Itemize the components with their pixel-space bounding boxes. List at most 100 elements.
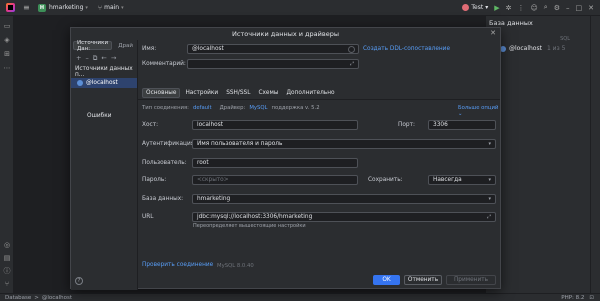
password-field[interactable]: <скрыто> <box>192 175 358 185</box>
more-options-link[interactable]: Больше опций ⌄ <box>458 105 500 117</box>
more-icon[interactable]: ⋮ <box>517 4 524 12</box>
breadcrumb-item[interactable]: @localhost <box>42 295 72 301</box>
chevron-down-icon: ▾ <box>485 4 489 11</box>
branch-name[interactable]: main <box>104 4 119 11</box>
host-label: Хост: <box>142 122 159 128</box>
port-field[interactable]: 3306 <box>428 120 496 130</box>
cancel-button[interactable]: Отменить <box>404 275 442 285</box>
breadcrumb-separator: > <box>34 294 39 301</box>
duplicate-icon[interactable]: ⧉ <box>93 54 98 63</box>
debug-icon[interactable]: ✲ <box>506 4 512 12</box>
chevron-down-icon: ▾ <box>488 141 491 147</box>
add-icon[interactable]: + <box>76 54 81 63</box>
right-tool-strip <box>590 16 600 293</box>
create-ddl-mapping-link[interactable]: Создать DDL-сопоставление <box>363 46 450 52</box>
host-field[interactable]: localhost <box>192 120 358 130</box>
url-label: URL <box>142 214 154 220</box>
user-icon[interactable]: ☺ <box>530 4 537 12</box>
data-sources-dialog: Источники данных и драйверы ✕ Источники … <box>70 27 501 290</box>
url-value: jdbc:mysql://localhost:3306/hmarketing <box>197 214 313 220</box>
run-config-name: Test <box>471 4 484 11</box>
comment-field[interactable]: ⤢ <box>187 59 359 69</box>
auth-label: Аутентификация: <box>142 141 197 147</box>
run-config-selector[interactable]: Test ▾ <box>462 4 488 11</box>
database-panel-title: База данных <box>489 19 533 27</box>
dialog-main-pane: Имя: @localhost Создать DDL-сопоставлени… <box>138 40 500 290</box>
connection-extra: 1 из 5 <box>546 45 566 52</box>
structure-icon[interactable]: ⊞ <box>3 50 11 58</box>
branch-icon[interactable]: ⑂ <box>98 4 102 12</box>
close-icon[interactable]: ✕ <box>588 4 594 12</box>
url-hint: Переопределяет вышестоящие настройки <box>193 223 306 229</box>
project-badge[interactable]: H <box>38 3 46 12</box>
database-icon <box>77 80 83 86</box>
minimize-icon[interactable]: – <box>566 4 570 12</box>
driver-value[interactable]: MySQL <box>249 105 267 111</box>
expand-icon[interactable]: ⤢ <box>350 61 354 67</box>
project-name[interactable]: hmarketing <box>49 4 83 11</box>
tab-ssh-ssl[interactable]: SSH/SSL <box>223 88 253 98</box>
save-select[interactable]: Навсегда ▾ <box>428 175 496 185</box>
services-icon[interactable]: ◎ <box>3 241 11 249</box>
problems-icon[interactable]: ⓘ <box>3 267 11 275</box>
ide-logo-icon[interactable] <box>6 3 15 12</box>
database-label: База данных: <box>142 196 184 202</box>
url-field[interactable]: jdbc:mysql://localhost:3306/hmarketing ⤢ <box>192 212 496 222</box>
run-icon[interactable]: ▶ <box>494 4 499 12</box>
database-field[interactable]: hmarketing ▾ <box>192 194 496 204</box>
chevron-down-icon: ▾ <box>488 196 491 202</box>
chevron-down-icon[interactable]: ▾ <box>85 5 88 11</box>
tab-data-sources[interactable]: Источники Дан: <box>73 40 113 52</box>
tab-general[interactable]: Основные <box>142 87 181 98</box>
maximize-icon[interactable]: □ <box>576 4 583 12</box>
sql-label[interactable]: SQL <box>560 36 570 42</box>
auth-value: Имя пользователя и пароль <box>197 141 283 147</box>
tab-options[interactable]: Настройки <box>182 88 221 98</box>
ok-button[interactable]: OK <box>373 275 400 285</box>
name-field[interactable]: @localhost <box>187 44 359 54</box>
more-tools-icon[interactable]: ⋯ <box>3 64 11 72</box>
search-icon[interactable]: ⌕ <box>544 3 548 12</box>
tab-drivers[interactable]: Драй <box>114 41 137 50</box>
name-label: Имя: <box>142 46 157 52</box>
auth-select[interactable]: Имя пользователя и пароль ▾ <box>192 139 496 149</box>
test-connection-link[interactable]: Проверить соединение <box>142 262 213 268</box>
user-label: Пользователь: <box>142 160 187 166</box>
remove-icon[interactable]: – <box>85 54 88 63</box>
tree-item-localhost[interactable]: @localhost 1 из 5 <box>500 44 596 53</box>
project-icon[interactable]: ▭ <box>3 22 11 30</box>
errors-item[interactable]: Ошибки <box>87 113 111 119</box>
git-icon[interactable]: ⑂ <box>3 280 11 288</box>
user-field[interactable]: root <box>192 158 358 168</box>
data-sources-section: Источники данных п... <box>75 66 133 78</box>
expand-icon[interactable]: ⤢ <box>487 214 491 220</box>
breadcrumb-root[interactable]: Database <box>5 295 31 301</box>
commit-icon[interactable]: ◈ <box>3 36 11 44</box>
lock-icon[interactable]: ⊡ <box>589 295 594 301</box>
database-tool-window: База данных SQL @localhost 1 из 5 <box>485 16 600 293</box>
connection-type-value[interactable]: default <box>193 105 212 111</box>
dialog-title: Источники данных и драйверы <box>232 30 339 38</box>
dialog-left-pane: Источники Дан: Драй + – ⧉ ← → Источники … <box>71 40 138 290</box>
settings-icon[interactable]: ⚙ <box>554 4 560 12</box>
status-bar: Database > @localhost PHP: 8.2 ⊡ <box>0 293 600 301</box>
port-label: Порт: <box>398 122 415 128</box>
save-label: Сохранить: <box>368 177 403 183</box>
tab-advanced[interactable]: Дополнительно <box>283 88 337 98</box>
php-version[interactable]: PHP: 8.2 <box>561 295 584 301</box>
forward-icon[interactable]: → <box>111 54 116 63</box>
terminal-icon[interactable]: ▤ <box>3 254 11 262</box>
comment-label: Комментарий: <box>142 61 186 67</box>
close-icon[interactable]: ✕ <box>490 29 496 37</box>
chevron-down-icon[interactable]: ▾ <box>121 5 124 11</box>
data-source-localhost[interactable]: @localhost <box>71 78 137 88</box>
tab-schemas[interactable]: Схемы <box>255 88 281 98</box>
back-icon[interactable]: ← <box>101 54 106 63</box>
main-menu-icon[interactable]: ≡ <box>23 3 30 12</box>
apply-button[interactable]: Применить <box>446 275 496 285</box>
color-indicator-icon[interactable] <box>348 46 355 53</box>
connection-label: @localhost <box>509 45 542 52</box>
test-version: MySQL 8.0.40 <box>217 263 254 269</box>
left-tool-strip: ▭ ◈ ⊞ ⋯ ◎ ▤ ⓘ ⑂ <box>0 16 14 293</box>
help-icon[interactable]: ? <box>75 277 83 285</box>
